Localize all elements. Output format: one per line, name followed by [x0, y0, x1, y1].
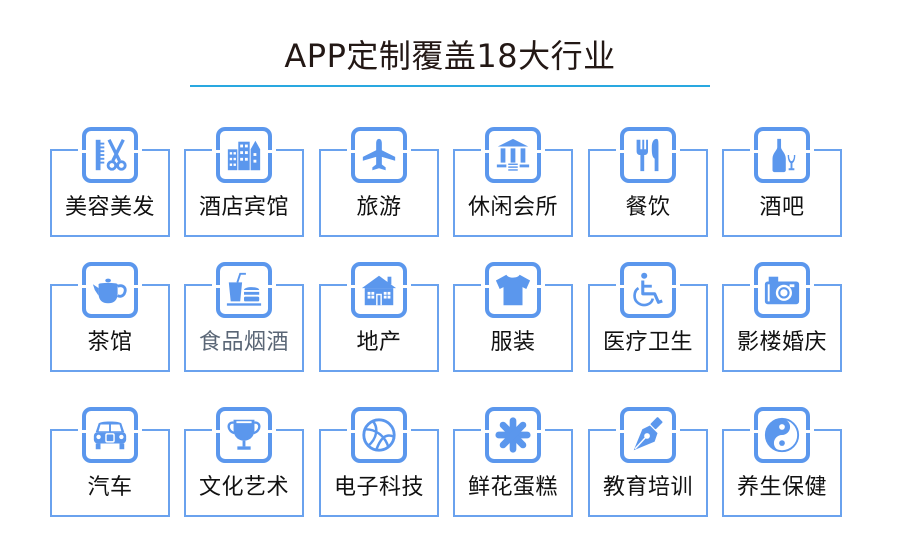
tile-frame-top-segment [276, 149, 304, 151]
industry-label: 休闲会所 [467, 195, 558, 220]
tile-frame-top-segment [453, 284, 481, 286]
industry-label: 汽车 [87, 475, 133, 500]
industry-tile[interactable]: 教育培训 [588, 407, 708, 519]
fork-knife-icon [620, 127, 676, 183]
tile-frame-top-segment [722, 284, 750, 286]
industry-label: 服装 [490, 330, 536, 355]
industry-label: 餐饮 [625, 195, 671, 220]
tile-frame-top-segment [722, 429, 750, 431]
industry-tile[interactable]: 医疗卫生 [588, 262, 708, 374]
tile-frame-top-segment [680, 284, 708, 286]
camera-icon [754, 262, 810, 318]
tile-frame-top-segment [545, 149, 573, 151]
drink-burger-icon [216, 262, 272, 318]
scissors-comb-icon [82, 127, 138, 183]
industry-tile[interactable]: 酒吧 [722, 127, 842, 239]
industry-label: 文化艺术 [198, 475, 289, 500]
tile-frame-top-segment [545, 284, 573, 286]
industry-tile[interactable]: 鲜花蛋糕 [453, 407, 573, 519]
tile-frame-top-segment [50, 284, 78, 286]
tile-frame-top-segment [319, 149, 347, 151]
wine-bottle-glass-icon [754, 127, 810, 183]
industry-tile[interactable]: 电子科技 [319, 407, 439, 519]
airplane-icon [351, 127, 407, 183]
industry-label: 影楼婚庆 [736, 330, 827, 355]
industry-label: 教育培训 [602, 475, 693, 500]
tile-frame-top-segment [814, 149, 842, 151]
tile-frame-top-segment [545, 429, 573, 431]
industry-label: 旅游 [356, 195, 402, 220]
yin-yang-icon [754, 407, 810, 463]
industry-label: 茶馆 [87, 330, 133, 355]
tshirt-icon [485, 262, 541, 318]
industry-tile[interactable]: 餐饮 [588, 127, 708, 239]
industry-tile[interactable]: 文化艺术 [184, 407, 304, 519]
house-icon [351, 262, 407, 318]
tile-frame-top-segment [588, 429, 616, 431]
asterisk-flower-icon [485, 407, 541, 463]
industry-tile[interactable]: 休闲会所 [453, 127, 573, 239]
tile-frame-top-segment [588, 284, 616, 286]
industry-label: 电子科技 [333, 475, 424, 500]
industry-label: 地产 [356, 330, 402, 355]
tile-frame-top-segment [814, 284, 842, 286]
teapot-icon [82, 262, 138, 318]
industry-label: 养生保健 [736, 475, 827, 500]
tile-frame-top-segment [411, 429, 439, 431]
industry-label: 酒店宾馆 [198, 195, 289, 220]
industry-tile[interactable]: 茶馆 [50, 262, 170, 374]
industry-label: 酒吧 [759, 195, 805, 220]
tile-frame-top-segment [276, 284, 304, 286]
tile-frame-top-segment [50, 429, 78, 431]
industry-tile[interactable]: 食品烟酒 [184, 262, 304, 374]
basketball-icon [351, 407, 407, 463]
page-title: APP定制覆盖18大行业 [284, 37, 616, 75]
industry-tile[interactable]: 酒店宾馆 [184, 127, 304, 239]
industry-tile[interactable]: 汽车 [50, 407, 170, 519]
tile-frame-top-segment [184, 429, 212, 431]
industry-tile[interactable]: 养生保健 [722, 407, 842, 519]
columns-building-icon [485, 127, 541, 183]
industry-label: 鲜花蛋糕 [467, 475, 558, 500]
industry-tile[interactable]: 地产 [319, 262, 439, 374]
industry-tile[interactable]: 旅游 [319, 127, 439, 239]
pen-nib-icon [620, 407, 676, 463]
tile-frame-top-segment [588, 149, 616, 151]
industry-tile[interactable]: 美容美发 [50, 127, 170, 239]
industry-label: 食品烟酒 [198, 330, 289, 355]
tile-frame-top-segment [453, 149, 481, 151]
industry-label: 医疗卫生 [602, 330, 693, 355]
tile-frame-top-segment [680, 429, 708, 431]
tile-frame-top-segment [184, 149, 212, 151]
tile-frame-top-segment [184, 284, 212, 286]
tile-frame-top-segment [142, 149, 170, 151]
tile-frame-top-segment [142, 284, 170, 286]
tile-frame-top-segment [50, 149, 78, 151]
tile-frame-top-segment [814, 429, 842, 431]
buildings-icon [216, 127, 272, 183]
tile-frame-top-segment [680, 149, 708, 151]
tile-frame-top-segment [722, 149, 750, 151]
industry-tile[interactable]: 服装 [453, 262, 573, 374]
tile-frame-top-segment [319, 284, 347, 286]
tile-frame-top-segment [319, 429, 347, 431]
car-icon [82, 407, 138, 463]
industry-tile[interactable]: 影楼婚庆 [722, 262, 842, 374]
tile-frame-top-segment [453, 429, 481, 431]
title-divider [190, 85, 710, 87]
tile-frame-top-segment [411, 284, 439, 286]
wheelchair-icon [620, 262, 676, 318]
tile-frame-top-segment [276, 429, 304, 431]
tile-frame-top-segment [142, 429, 170, 431]
industry-label: 美容美发 [64, 195, 155, 220]
tile-frame-top-segment [411, 149, 439, 151]
trophy-icon [216, 407, 272, 463]
